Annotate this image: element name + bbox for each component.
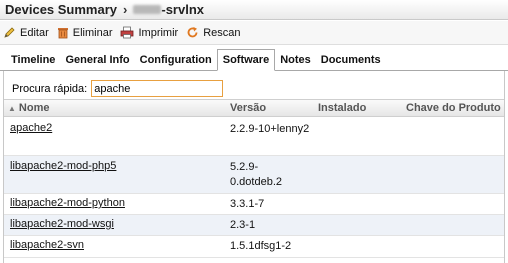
column-header-product-key[interactable]: Chave do Produto	[406, 102, 501, 114]
title-bar: Devices Summary › -srvlnx	[0, 0, 508, 20]
tab-documents[interactable]: Documents	[316, 50, 386, 70]
package-name-link[interactable]: apache2	[10, 122, 52, 134]
delete-button[interactable]: Eliminar	[57, 26, 113, 39]
printer-icon	[121, 26, 134, 39]
redacted-hostname	[133, 5, 162, 14]
print-label: Imprimir	[138, 26, 179, 39]
pencil-icon	[4, 27, 15, 38]
device-hostname: -srvlnx	[161, 2, 204, 17]
tab-configuration[interactable]: Configuration	[135, 50, 217, 70]
refresh-icon	[187, 27, 198, 38]
table-row[interactable]: libapache2-svn 1.5.1dfsg1-2	[4, 236, 504, 258]
trash-icon	[57, 28, 68, 39]
sort-asc-icon: ▲	[8, 103, 16, 113]
toolbar: Editar Eliminar Imprimir Rescan	[0, 21, 508, 45]
table-row[interactable]: libapache2-mod-wsgi 2.3-1	[4, 215, 504, 236]
tab-timeline[interactable]: Timeline	[6, 50, 60, 70]
rescan-label: Rescan	[203, 26, 241, 39]
table-header: ▲ Nome Versão Instalado Chave do Produto	[4, 99, 504, 117]
tab-bar: Timeline General Info Configuration Soft…	[0, 49, 508, 71]
breadcrumb-separator: ›	[123, 2, 128, 17]
tab-software[interactable]: Software	[216, 49, 276, 71]
table-row[interactable]: libapache2-mod-python 3.3.1-7	[4, 194, 504, 215]
page-title: Devices Summary	[5, 2, 118, 17]
package-version: 5.2.9-0.dotdeb.2	[230, 161, 282, 188]
package-version: 3.3.1-7	[230, 198, 265, 210]
tab-general-info[interactable]: General Info	[60, 50, 134, 70]
package-version: 2.2.9-10+lenny2	[230, 123, 310, 135]
quick-search-input[interactable]	[91, 80, 224, 97]
tab-notes[interactable]: Notes	[275, 50, 316, 70]
rescan-button[interactable]: Rescan	[186, 26, 241, 39]
column-header-name-label: Nome	[18, 102, 50, 114]
column-header-name[interactable]: ▲ Nome	[8, 102, 49, 114]
package-version: 1.5.1dfsg1-2	[230, 240, 292, 252]
delete-label: Eliminar	[72, 26, 113, 39]
quick-search: Procura rápida:	[12, 80, 224, 97]
package-name-link[interactable]: libapache2-mod-wsgi	[10, 218, 114, 230]
table-row[interactable]: libapache2-mod-php5 5.2.9-0.dotdeb.2	[4, 156, 504, 194]
package-version: 2.3-1	[230, 219, 256, 231]
package-name-link[interactable]: libapache2-svn	[10, 239, 84, 251]
column-header-version[interactable]: Versão	[230, 102, 266, 114]
print-button[interactable]: Imprimir	[120, 26, 178, 39]
package-name-link[interactable]: libapache2-mod-python	[10, 197, 125, 209]
software-panel: Procura rápida: ▲ Nome Versão Instalado …	[3, 71, 505, 263]
column-header-installed[interactable]: Instalado	[318, 102, 366, 114]
package-name-link[interactable]: libapache2-mod-php5	[10, 160, 116, 172]
edit-button[interactable]: Editar	[3, 26, 49, 39]
edit-label: Editar	[20, 26, 49, 39]
table-row[interactable]: apache2 2.2.9-10+lenny2	[4, 118, 504, 156]
quick-search-label: Procura rápida:	[12, 82, 88, 95]
